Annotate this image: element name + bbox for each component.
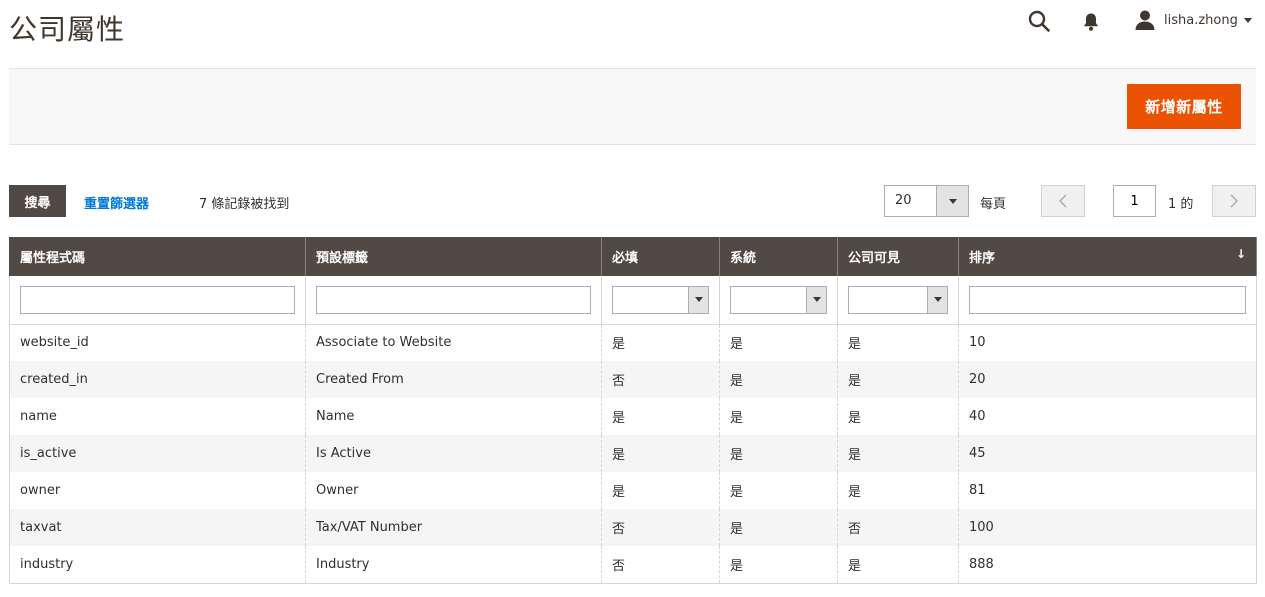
cell-sort-order: 888 [958,546,1257,584]
cell-required: 否 [601,546,720,584]
filter-system-select[interactable] [730,285,827,314]
page-total: 1 的 [1168,197,1194,212]
cell-visible-company: 否 [837,509,959,546]
cell-required: 是 [601,472,720,509]
filter-required-select[interactable] [612,285,709,314]
sort-arrow-icon: ↓ [1235,247,1246,261]
column-header-visible-company[interactable]: 公司可見 [837,237,959,276]
cell-sort-order: 100 [958,509,1257,546]
cell-system: 是 [719,546,838,584]
cell-attribute-code: name [9,398,306,435]
cell-required: 否 [601,509,720,546]
cell-attribute-code: website_id [9,324,306,361]
cell-visible-company: 是 [837,324,959,361]
cell-visible-company: 是 [837,472,959,509]
chevron-down-icon [933,297,942,303]
filter-sort-order-input[interactable] [969,285,1246,314]
cell-sort-order: 40 [958,398,1257,435]
filter-default-label-input[interactable] [316,285,591,314]
chevron-right-icon [1230,194,1238,208]
chevron-down-icon [812,297,821,303]
records-found-count: 7 條記錄被找到 [199,197,290,212]
table-row[interactable]: created_in Created From 否是是 20 [9,361,1257,398]
per-page-toggle[interactable] [936,186,968,216]
search-icon[interactable] [1027,9,1051,33]
column-header-system[interactable]: 系統 [719,237,838,276]
cell-attribute-code: created_in [9,361,306,398]
cell-required: 是 [601,435,720,472]
current-page-input[interactable] [1113,185,1156,217]
column-header-attribute-code[interactable]: 屬性程式碼 [9,237,306,276]
table-row[interactable]: taxvat Tax/VAT Number 否是否 100 [9,509,1257,546]
per-page-value: 20 [895,193,912,208]
cell-required: 是 [601,398,720,435]
filter-row [9,276,1257,325]
cell-system: 是 [719,435,838,472]
cell-attribute-code: taxvat [9,509,306,546]
cell-default-label: Industry [305,546,602,584]
cell-visible-company: 是 [837,435,959,472]
page-title: 公司屬性 [9,13,126,46]
username: lisha.zhong [1164,12,1238,28]
chevron-left-icon [1059,194,1067,208]
cell-system: 是 [719,509,838,546]
cell-required: 是 [601,324,720,361]
table-row[interactable]: is_active Is Active 是是是 45 [9,435,1257,472]
cell-system: 是 [719,472,838,509]
cell-default-label: Tax/VAT Number [305,509,602,546]
cell-visible-company: 是 [837,546,959,584]
cell-default-label: Associate to Website [305,324,602,361]
cell-default-label: Created From [305,361,602,398]
cell-sort-order: 10 [958,324,1257,361]
cell-default-label: Owner [305,472,602,509]
next-page-button[interactable] [1212,185,1256,217]
reset-filter-link[interactable]: 重置篩選器 [84,193,149,212]
user-menu[interactable]: lisha.zhong [1134,9,1252,31]
chevron-down-icon [1243,17,1252,23]
previous-page-button[interactable] [1041,185,1085,217]
table-row[interactable]: website_id Associate to Website 是是是 10 [9,324,1257,361]
cell-sort-order: 20 [958,361,1257,398]
filter-attribute-code-input[interactable] [20,285,295,314]
cell-visible-company: 是 [837,398,959,435]
chevron-down-icon [948,198,957,204]
cell-system: 是 [719,324,838,361]
cell-system: 是 [719,361,838,398]
table-row[interactable]: industry Industry 否是是 888 [9,546,1257,584]
table-row[interactable]: name Name 是是是 40 [9,398,1257,435]
cell-attribute-code: is_active [9,435,306,472]
column-header-label: 排序 [969,251,996,266]
cell-system: 是 [719,398,838,435]
cell-attribute-code: owner [9,472,306,509]
attributes-grid: 屬性程式碼 預設標籤 必填 系統 公司可見 排序 ↓ website_id Asso… [9,237,1257,584]
cell-visible-company: 是 [837,361,959,398]
column-header-required[interactable]: 必填 [601,237,720,276]
chevron-down-icon [694,297,703,303]
column-header-sort-order[interactable]: 排序 ↓ [958,237,1257,276]
page-actions-bar: 新增新屬性 [9,68,1256,145]
table-row[interactable]: owner Owner 是是是 81 [9,472,1257,509]
cell-default-label: Is Active [305,435,602,472]
per-page-label: 每頁 [980,197,1007,212]
search-button[interactable]: 搜尋 [9,185,66,217]
filter-visible-company-select[interactable] [848,285,948,314]
cell-sort-order: 81 [958,472,1257,509]
cell-required: 否 [601,361,720,398]
cell-default-label: Name [305,398,602,435]
add-new-attribute-button[interactable]: 新增新屬性 [1127,84,1241,129]
column-header-default-label[interactable]: 預設標籤 [305,237,602,276]
cell-sort-order: 45 [958,435,1257,472]
bell-icon[interactable] [1079,10,1103,34]
per-page-select[interactable]: 20 [884,185,969,217]
user-icon [1134,9,1156,31]
cell-attribute-code: industry [9,546,306,584]
